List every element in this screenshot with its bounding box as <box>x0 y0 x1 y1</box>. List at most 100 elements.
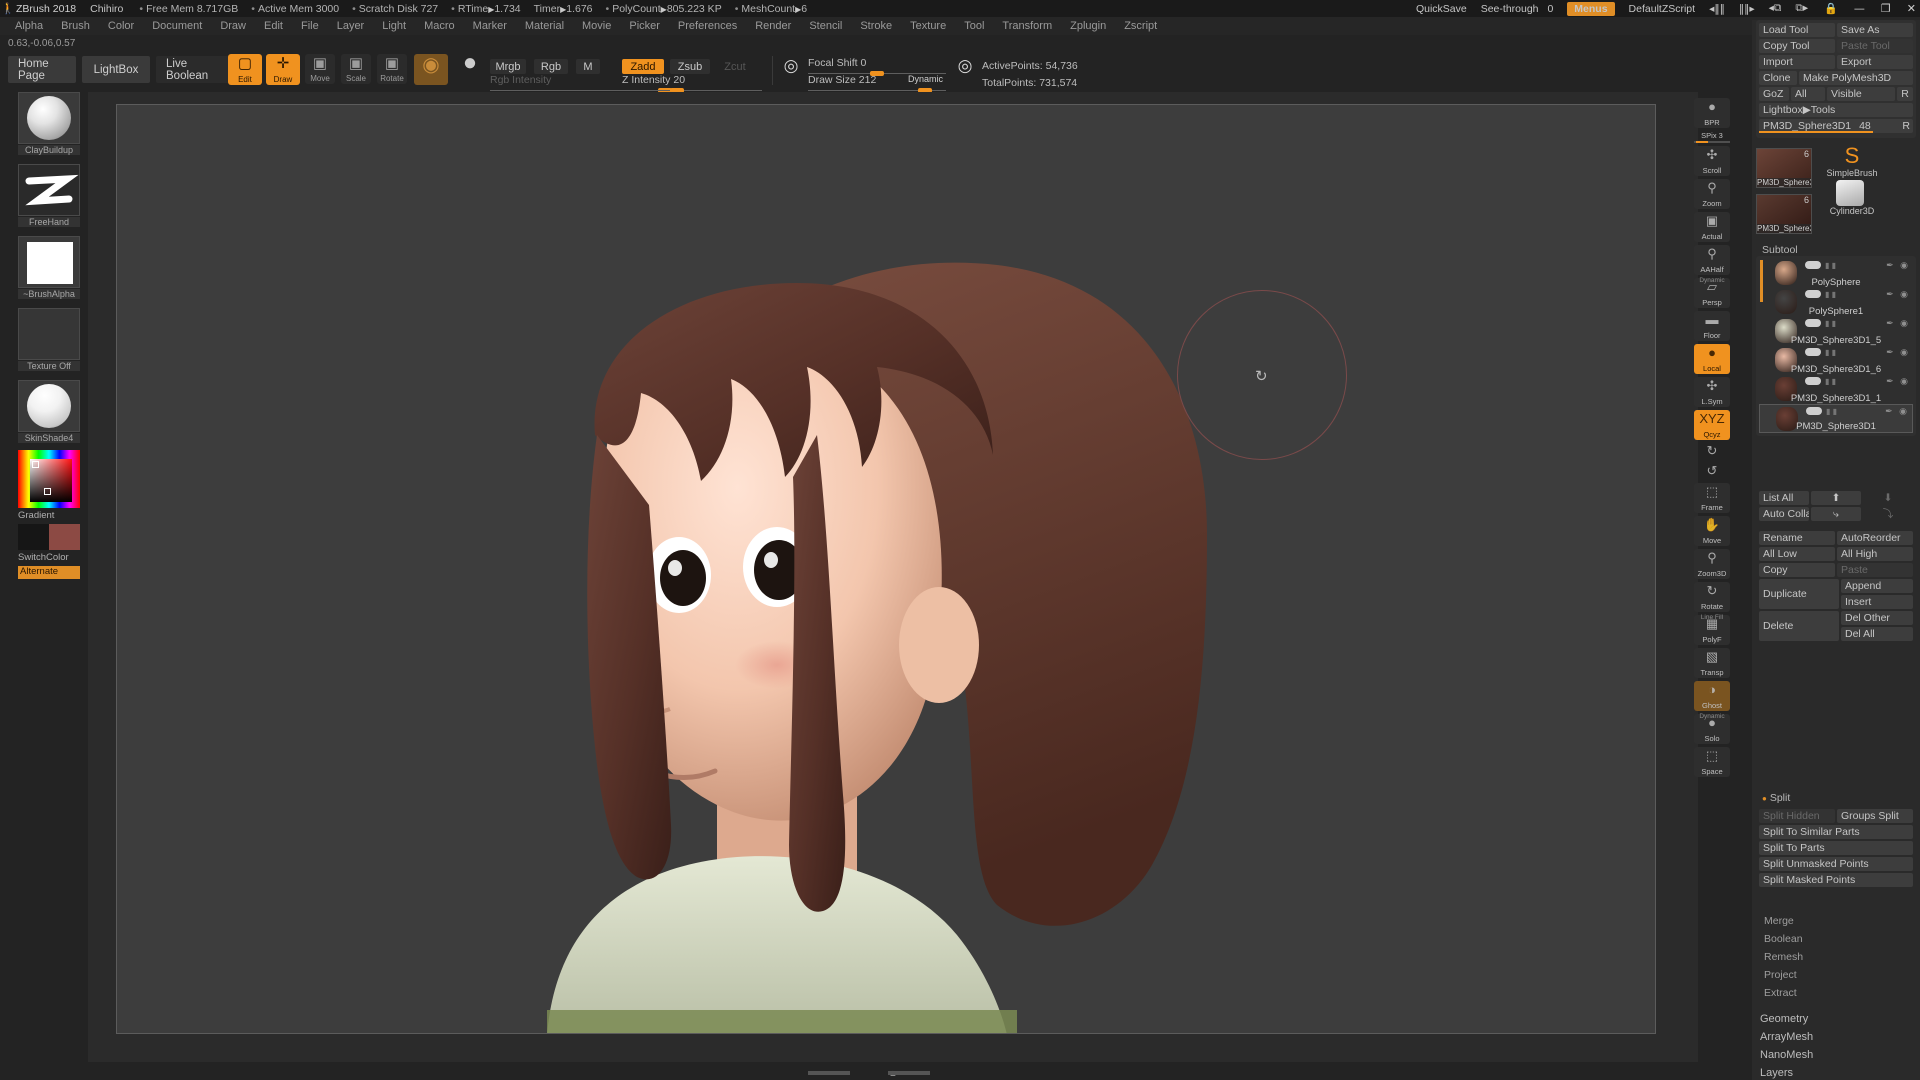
scale-button[interactable]: ▣ Scale <box>341 54 371 84</box>
menu-item-document[interactable]: Document <box>143 20 211 32</box>
groups-split-button[interactable]: Groups Split <box>1837 809 1913 823</box>
current-tool-slider[interactable]: PM3D_Sphere3D1 48 R <box>1759 119 1913 133</box>
stroke-slot[interactable]: FreeHand <box>18 164 80 227</box>
menu-item-stencil[interactable]: Stencil <box>800 20 851 32</box>
subtool-group-out-button[interactable]: ⤵ <box>1863 507 1913 521</box>
load-tool-button[interactable]: Load Tool <box>1759 23 1835 37</box>
subtool-visibility-toggle[interactable] <box>1806 407 1822 415</box>
palette-menu-nanomesh[interactable]: NanoMesh <box>1752 1046 1920 1064</box>
move-button[interactable]: ▣ Move <box>305 54 335 84</box>
focal-shift-slider[interactable]: Focal Shift 0 <box>808 57 946 76</box>
menu-item-macro[interactable]: Macro <box>415 20 464 32</box>
import-button[interactable]: Import <box>1759 55 1835 69</box>
right-strip-l-sym[interactable]: ✣ L.Sym <box>1694 377 1730 407</box>
zscript-label[interactable]: DefaultZScript <box>1629 3 1696 15</box>
menu-item-render[interactable]: Render <box>746 20 800 32</box>
bottom-scroll-right[interactable] <box>888 1071 930 1075</box>
menu-item-edit[interactable]: Edit <box>255 20 292 32</box>
goz-all-button[interactable]: All <box>1791 87 1825 101</box>
subtool-group-in-button[interactable]: ⤷ <box>1811 507 1861 521</box>
menu-item-alpha[interactable]: Alpha <box>6 20 52 32</box>
subtool-item[interactable]: ▮ ▮ ✒ ◉ PolySphere <box>1759 259 1913 288</box>
right-strip-rotate[interactable]: ↻ Rotate <box>1694 582 1730 612</box>
spix-track[interactable] <box>1694 141 1730 143</box>
subtool-eye-icon[interactable]: ✒ ◉ <box>1885 406 1909 417</box>
points-icon-button[interactable]: ◎ <box>952 56 978 82</box>
split-to-similar-parts-button[interactable]: Split To Similar Parts <box>1759 825 1913 839</box>
material-thumbnail[interactable] <box>18 380 80 432</box>
subtool-eye-icon[interactable]: ✒ ◉ <box>1886 318 1910 329</box>
copy-tool-button[interactable]: Copy Tool <box>1759 39 1835 53</box>
rotate-button[interactable]: ▣ Rotate <box>377 54 407 84</box>
menu-item-draw[interactable]: Draw <box>211 20 255 32</box>
menu-item-zscript[interactable]: Zscript <box>1115 20 1166 32</box>
menu-item-light[interactable]: Light <box>373 20 415 32</box>
menu-item-zplugin[interactable]: Zplugin <box>1061 20 1115 32</box>
color-swatches[interactable] <box>18 524 80 550</box>
lock-icon[interactable]: 🔒 <box>1824 2 1838 15</box>
auto-collapse-button[interactable]: Auto Collapse <box>1759 507 1809 521</box>
subtool-item[interactable]: ▮ ▮ ✒ ◉ PM3D_Sphere3D1_6 <box>1759 346 1913 375</box>
right-strip-actual[interactable]: ▣ Actual <box>1694 212 1730 242</box>
dynamic-label[interactable]: Dynamic <box>908 74 943 84</box>
right-strip-polyf[interactable]: Line Fill ▦ PolyF <box>1694 614 1730 645</box>
subtool-visibility-toggle[interactable] <box>1805 261 1821 269</box>
rename-button[interactable]: Rename <box>1759 531 1835 545</box>
switchcolor-label[interactable]: SwitchColor <box>18 552 80 563</box>
subtool-visibility-toggle[interactable] <box>1805 290 1821 298</box>
boolean-section[interactable]: Boolean <box>1758 931 1809 947</box>
auto-reorder-button[interactable]: AutoReorder <box>1837 531 1913 545</box>
stroke-thumbnail[interactable] <box>18 164 80 216</box>
lightbox-button[interactable]: LightBox <box>82 56 150 83</box>
goz-button[interactable]: GoZ <box>1759 87 1789 101</box>
window-close-button[interactable]: ✕ <box>1907 2 1916 15</box>
quicksave-button[interactable]: QuickSave <box>1416 3 1467 15</box>
model-viewport[interactable] <box>117 105 1656 1034</box>
right-strip-zoom3d[interactable]: ⚲ Zoom3D <box>1694 549 1730 579</box>
subtool-visibility-toggle[interactable] <box>1805 377 1821 385</box>
current-brush-swatch[interactable]: ◉ <box>414 54 448 85</box>
all-low-button[interactable]: All Low <box>1759 547 1835 561</box>
right-strip-transp[interactable]: ▧ Transp <box>1694 648 1730 678</box>
menu-item-brush[interactable]: Brush <box>52 20 99 32</box>
zscript-next-icon[interactable]: ‖‖▸ <box>1739 3 1755 15</box>
spix-knob[interactable] <box>1696 141 1708 143</box>
brush-slot[interactable]: ClayBuildup <box>18 92 80 155</box>
m-button[interactable]: M <box>576 59 600 74</box>
right-strip-space[interactable]: ⬚ Space <box>1694 747 1730 777</box>
tool-thumb-2[interactable]: 6 PM3D_Sphere3D <box>1756 194 1812 234</box>
menu-item-texture[interactable]: Texture <box>901 20 955 32</box>
right-strip-y[interactable]: ↻ <box>1694 443 1730 460</box>
menu-item-stroke[interactable]: Stroke <box>851 20 901 32</box>
insert-button[interactable]: Insert <box>1841 595 1913 609</box>
zscript-prev-icon[interactable]: ◂‖‖ <box>1709 3 1725 15</box>
right-strip-spix-slider[interactable]: SPix 3 <box>1694 131 1730 143</box>
material-slot[interactable]: SkinShade4 <box>18 380 80 443</box>
subtool-eye-icon[interactable]: ✒ ◉ <box>1886 347 1910 358</box>
list-all-button[interactable]: List All <box>1759 491 1809 505</box>
goz-r-button[interactable]: R <box>1897 87 1913 101</box>
subtool-item[interactable]: ▮ ▮ ✒ ◉ PM3D_Sphere3D1_5 <box>1759 317 1913 346</box>
all-high-button[interactable]: All High <box>1837 547 1913 561</box>
subtool-eye-icon[interactable]: ✒ ◉ <box>1886 260 1910 271</box>
see-through-slider[interactable]: See-through 0 <box>1480 3 1591 19</box>
split-masked-points-button[interactable]: Split Masked Points <box>1759 873 1913 887</box>
menu-item-file[interactable]: File <box>292 20 328 32</box>
del-all-button[interactable]: Del All <box>1841 627 1913 641</box>
subtool-item[interactable]: ▮ ▮ ✒ ◉ PM3D_Sphere3D1 <box>1759 404 1913 433</box>
subtool-visibility-toggle[interactable] <box>1805 319 1821 327</box>
split-section-header[interactable]: ● Split <box>1758 790 1794 806</box>
right-strip-scroll[interactable]: ✣ Scroll <box>1694 146 1730 176</box>
mrgb-button[interactable]: Mrgb <box>490 59 526 74</box>
right-strip-frame[interactable]: ⬚ Frame <box>1694 483 1730 513</box>
split-unmasked-points-button[interactable]: Split Unmasked Points <box>1759 857 1913 871</box>
rgb-button[interactable]: Rgb <box>534 59 568 74</box>
menu-item-picker[interactable]: Picker <box>620 20 669 32</box>
focal-shift-icon-button[interactable]: ◎ <box>778 56 804 82</box>
extract-section[interactable]: Extract <box>1758 985 1803 1001</box>
right-strip-aahalf[interactable]: ⚲ AAHalf <box>1694 245 1730 275</box>
split-to-parts-button[interactable]: Split To Parts <box>1759 841 1913 855</box>
subtool-copy-button[interactable]: Copy <box>1759 563 1835 577</box>
z-intensity-slider[interactable]: Z Intensity 20 <box>622 74 762 93</box>
texture-slot[interactable]: Texture Off <box>18 308 80 371</box>
